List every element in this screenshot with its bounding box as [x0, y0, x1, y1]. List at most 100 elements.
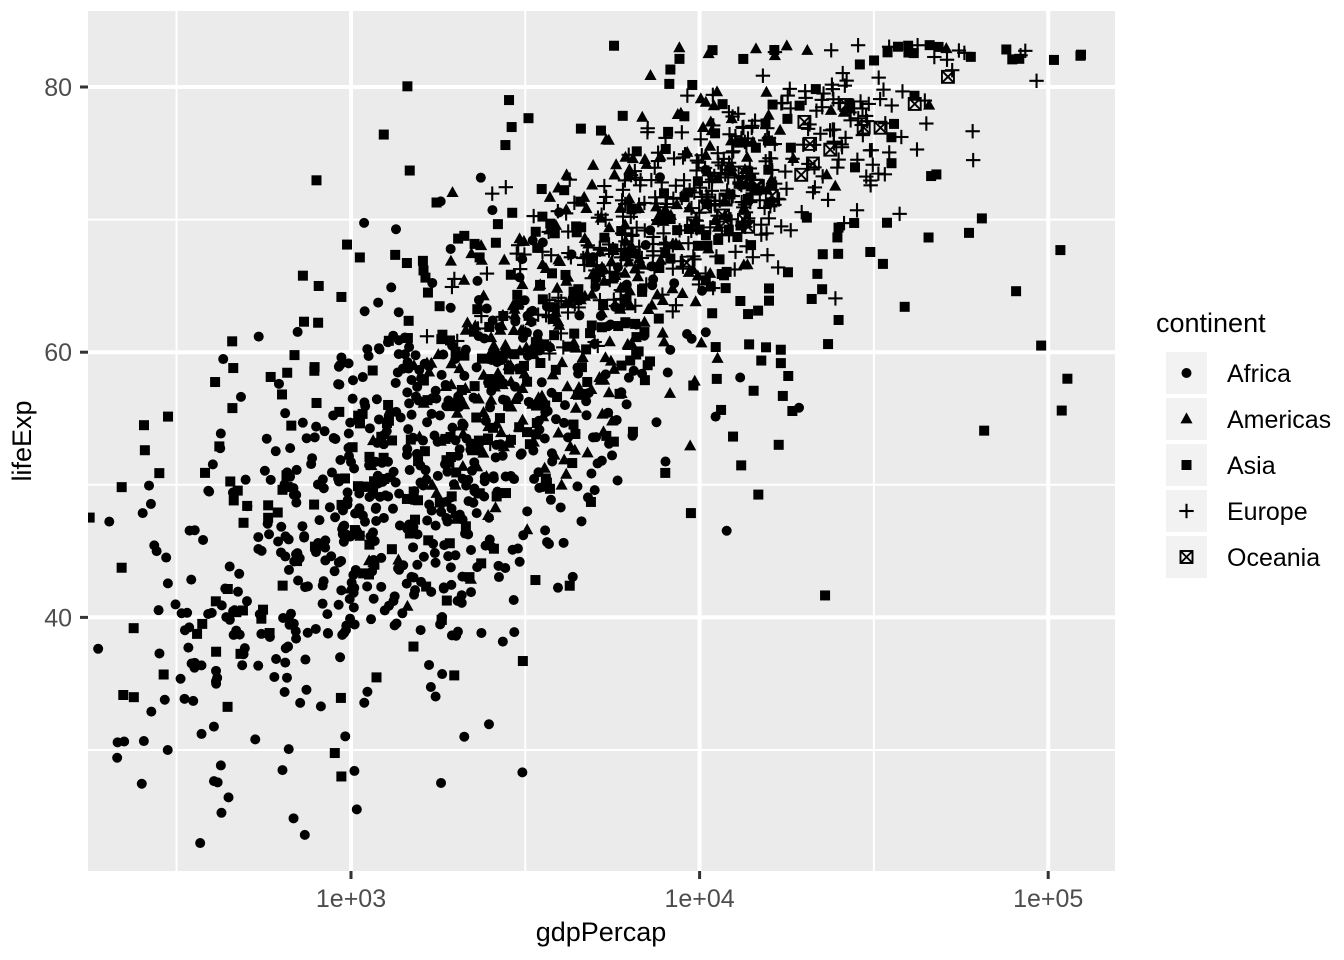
data-point [186, 574, 197, 585]
data-point [401, 258, 412, 269]
data-point [397, 363, 408, 374]
data-point [442, 466, 453, 477]
data-point [777, 390, 788, 401]
data-point [506, 122, 517, 133]
data-point [806, 293, 817, 304]
data-point [452, 595, 463, 606]
data-point [578, 388, 589, 399]
data-point [540, 400, 551, 411]
data-point [775, 344, 786, 355]
data-point [488, 422, 499, 433]
data-point [264, 628, 275, 639]
data-point [575, 196, 586, 207]
data-point [1055, 245, 1066, 256]
data-point [582, 376, 593, 387]
data-point [364, 539, 375, 550]
data-point [403, 424, 414, 435]
data-point [738, 53, 749, 64]
data-point [395, 412, 406, 423]
data-point [137, 508, 148, 519]
data-point [1036, 340, 1047, 351]
data-point [404, 165, 415, 176]
data-point [144, 480, 155, 491]
data-point [660, 456, 671, 467]
data-point [349, 765, 360, 776]
data-point [517, 254, 528, 265]
data-point [412, 559, 423, 570]
data-point [753, 489, 764, 500]
data-point [378, 452, 389, 463]
data-point [410, 514, 421, 525]
data-point [300, 654, 311, 665]
data-point [329, 566, 340, 577]
data-point [552, 582, 563, 593]
data-point [309, 541, 320, 552]
data-point [522, 427, 533, 438]
data-point [609, 40, 620, 51]
data-point [387, 435, 398, 446]
data-point [869, 55, 880, 66]
data-point [812, 268, 823, 279]
data-point [138, 736, 149, 747]
data-point [256, 613, 267, 624]
data-point [410, 585, 421, 596]
data-point [310, 623, 321, 634]
ggplot-scatter-figure: 1e+03 1e+04 1e+05 40 60 80 gdpPercap lifeExp… [0, 0, 1344, 960]
data-point [222, 701, 233, 712]
data-point [336, 771, 347, 782]
data-point [654, 263, 665, 274]
data-point [297, 270, 308, 281]
data-point [154, 648, 165, 659]
data-point [410, 350, 421, 361]
legend-item-label: Asia [1227, 452, 1276, 480]
data-point [507, 544, 518, 555]
data-point [466, 545, 477, 556]
data-point [474, 252, 485, 263]
data-point [162, 745, 173, 755]
data-point [222, 584, 233, 595]
data-point [449, 670, 460, 681]
data-point [692, 176, 703, 187]
data-point [285, 443, 296, 454]
data-point [309, 499, 320, 510]
data-point [484, 321, 495, 332]
data-point [309, 432, 320, 443]
data-point [116, 482, 127, 493]
data-point [383, 399, 394, 410]
data-point [318, 576, 329, 587]
data-point [319, 426, 330, 437]
data-point [524, 439, 535, 450]
data-point [163, 411, 174, 422]
data-point [417, 255, 428, 266]
data-point [286, 420, 297, 431]
data-point [328, 433, 339, 444]
data-point [195, 838, 206, 849]
data-point [204, 486, 215, 497]
data-point [642, 360, 653, 371]
data-point [301, 684, 312, 695]
data-point [817, 284, 828, 295]
data-point [471, 412, 482, 423]
data-point [612, 475, 623, 486]
data-point [359, 306, 370, 317]
data-point [517, 767, 528, 778]
data-point [263, 500, 274, 511]
data-point [362, 686, 373, 697]
data-point [436, 369, 447, 380]
data-point [237, 605, 248, 616]
data-point [720, 283, 731, 294]
data-point [540, 473, 551, 484]
data-point [329, 748, 340, 759]
data-point [721, 525, 732, 536]
data-point [215, 428, 226, 439]
data-point [311, 421, 322, 432]
data-point [263, 512, 274, 523]
data-point [393, 563, 404, 574]
data-point [211, 646, 222, 657]
data-point [926, 171, 937, 182]
data-point [1048, 54, 1059, 65]
data-point [322, 628, 333, 639]
y-tick-label: 60 [44, 339, 72, 367]
data-point [469, 381, 480, 392]
data-point [277, 389, 288, 400]
